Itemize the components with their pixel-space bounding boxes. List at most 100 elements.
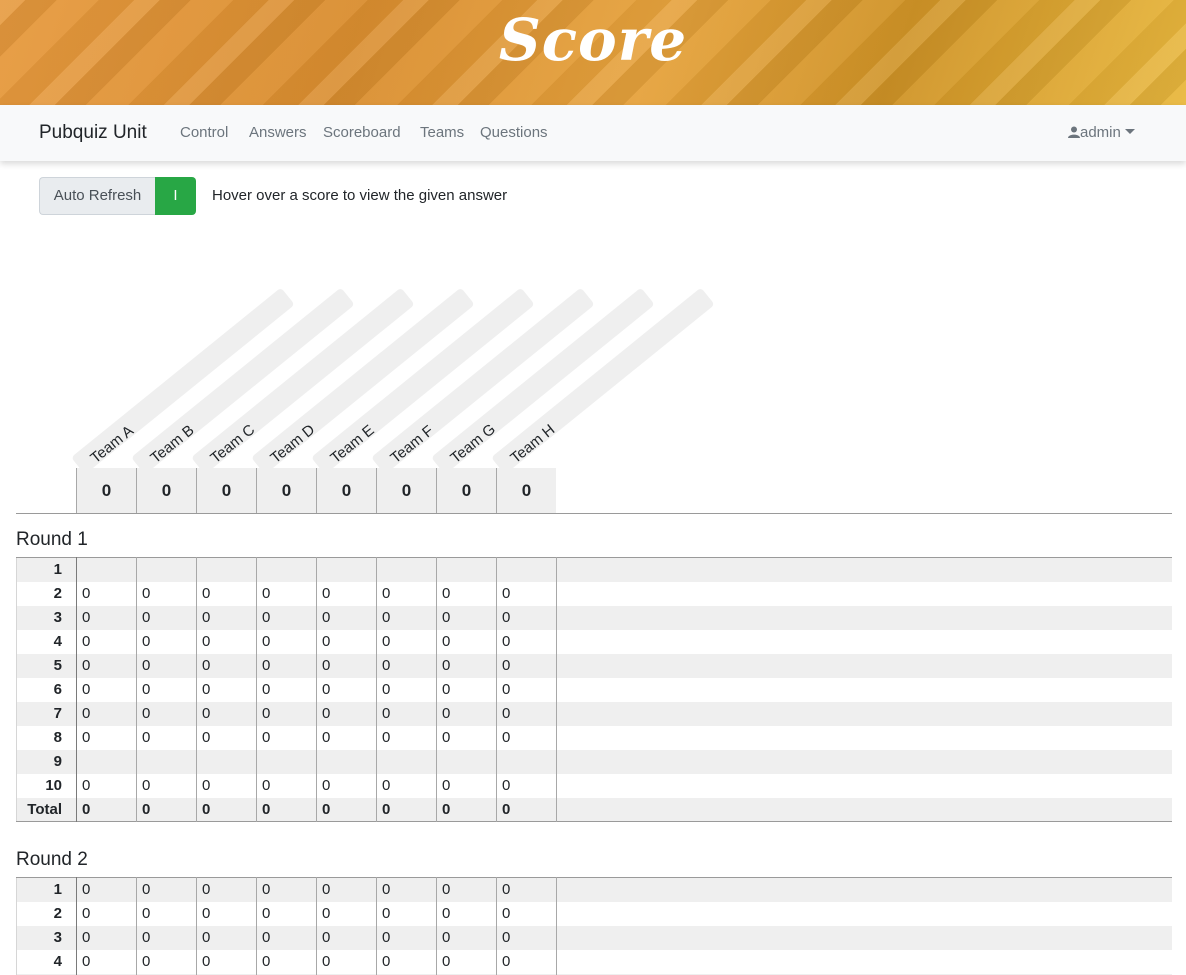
score-cell[interactable]: 0 bbox=[436, 653, 497, 678]
score-cell[interactable]: 0 bbox=[76, 581, 137, 606]
score-cell[interactable]: 0 bbox=[376, 605, 437, 630]
score-cell[interactable] bbox=[316, 557, 377, 582]
score-cell[interactable]: 0 bbox=[376, 877, 437, 902]
score-cell[interactable]: 0 bbox=[136, 877, 197, 902]
score-cell[interactable] bbox=[496, 749, 557, 774]
score-cell[interactable] bbox=[376, 749, 437, 774]
score-cell[interactable]: 0 bbox=[496, 877, 557, 902]
score-cell[interactable]: 0 bbox=[136, 605, 197, 630]
score-cell[interactable] bbox=[196, 749, 257, 774]
score-cell[interactable]: 0 bbox=[136, 725, 197, 750]
score-cell[interactable]: 0 bbox=[76, 773, 137, 798]
score-cell[interactable]: 0 bbox=[76, 949, 137, 974]
score-cell[interactable]: 0 bbox=[256, 877, 317, 902]
score-cell[interactable]: 0 bbox=[496, 677, 557, 702]
score-cell[interactable]: 0 bbox=[196, 949, 257, 974]
score-cell[interactable]: 0 bbox=[196, 701, 257, 726]
score-cell[interactable]: 0 bbox=[136, 677, 197, 702]
score-cell[interactable]: 0 bbox=[316, 949, 377, 974]
score-cell[interactable]: 0 bbox=[316, 629, 377, 654]
score-cell[interactable]: 0 bbox=[496, 629, 557, 654]
score-cell[interactable]: 0 bbox=[436, 677, 497, 702]
score-cell[interactable] bbox=[436, 749, 497, 774]
score-cell[interactable]: 0 bbox=[196, 797, 257, 822]
score-cell[interactable]: 0 bbox=[76, 605, 137, 630]
score-cell[interactable]: 0 bbox=[496, 653, 557, 678]
score-cell[interactable]: 0 bbox=[376, 581, 437, 606]
score-cell[interactable]: 0 bbox=[316, 701, 377, 726]
score-cell[interactable]: 0 bbox=[136, 653, 197, 678]
user-menu[interactable]: admin bbox=[1068, 124, 1135, 141]
score-cell[interactable]: 0 bbox=[196, 677, 257, 702]
score-cell[interactable]: 0 bbox=[136, 901, 197, 926]
score-cell[interactable] bbox=[76, 749, 137, 774]
score-cell[interactable]: 0 bbox=[376, 797, 437, 822]
score-cell[interactable]: 0 bbox=[256, 797, 317, 822]
score-cell[interactable]: 0 bbox=[136, 925, 197, 950]
score-cell[interactable]: 0 bbox=[316, 725, 377, 750]
score-cell[interactable]: 0 bbox=[436, 725, 497, 750]
score-cell[interactable]: 0 bbox=[496, 725, 557, 750]
score-cell[interactable]: 0 bbox=[136, 629, 197, 654]
score-cell[interactable]: 0 bbox=[196, 901, 257, 926]
auto-refresh-label[interactable]: Auto Refresh bbox=[39, 177, 155, 215]
score-cell[interactable]: 0 bbox=[496, 797, 557, 822]
score-cell[interactable]: 0 bbox=[496, 925, 557, 950]
score-cell[interactable]: 0 bbox=[196, 925, 257, 950]
nav-link-answers[interactable]: Answers bbox=[249, 124, 307, 141]
score-cell[interactable]: 0 bbox=[196, 773, 257, 798]
score-cell[interactable]: 0 bbox=[376, 629, 437, 654]
score-cell[interactable]: 0 bbox=[316, 653, 377, 678]
score-cell[interactable]: 0 bbox=[256, 949, 317, 974]
score-cell[interactable]: 0 bbox=[76, 677, 137, 702]
score-cell[interactable] bbox=[496, 557, 557, 582]
score-cell[interactable]: 0 bbox=[316, 797, 377, 822]
score-cell[interactable]: 0 bbox=[136, 701, 197, 726]
score-cell[interactable]: 0 bbox=[436, 773, 497, 798]
score-cell[interactable]: 0 bbox=[496, 949, 557, 974]
score-cell[interactable] bbox=[196, 557, 257, 582]
score-cell[interactable]: 0 bbox=[496, 605, 557, 630]
score-cell[interactable]: 0 bbox=[76, 653, 137, 678]
score-cell[interactable]: 0 bbox=[316, 901, 377, 926]
score-cell[interactable]: 0 bbox=[76, 877, 137, 902]
score-cell[interactable]: 0 bbox=[196, 581, 257, 606]
score-cell[interactable]: 0 bbox=[376, 725, 437, 750]
score-cell[interactable]: 0 bbox=[76, 901, 137, 926]
score-cell[interactable]: 0 bbox=[196, 605, 257, 630]
score-cell[interactable]: 0 bbox=[496, 581, 557, 606]
score-cell[interactable]: 0 bbox=[256, 901, 317, 926]
score-cell[interactable] bbox=[436, 557, 497, 582]
score-cell[interactable]: 0 bbox=[256, 605, 317, 630]
score-cell[interactable]: 0 bbox=[76, 629, 137, 654]
score-cell[interactable]: 0 bbox=[256, 701, 317, 726]
score-cell[interactable] bbox=[76, 557, 137, 582]
score-cell[interactable] bbox=[316, 749, 377, 774]
score-cell[interactable]: 0 bbox=[256, 677, 317, 702]
score-cell[interactable]: 0 bbox=[136, 581, 197, 606]
score-cell[interactable]: 0 bbox=[196, 629, 257, 654]
score-cell[interactable]: 0 bbox=[376, 925, 437, 950]
score-cell[interactable] bbox=[256, 749, 317, 774]
score-cell[interactable]: 0 bbox=[256, 629, 317, 654]
score-cell[interactable]: 0 bbox=[76, 701, 137, 726]
score-cell[interactable]: 0 bbox=[436, 877, 497, 902]
score-cell[interactable]: 0 bbox=[316, 773, 377, 798]
score-cell[interactable]: 0 bbox=[376, 653, 437, 678]
score-cell[interactable]: 0 bbox=[256, 773, 317, 798]
score-cell[interactable] bbox=[256, 557, 317, 582]
score-cell[interactable] bbox=[376, 557, 437, 582]
score-cell[interactable]: 0 bbox=[196, 725, 257, 750]
score-cell[interactable]: 0 bbox=[436, 701, 497, 726]
score-cell[interactable]: 0 bbox=[436, 605, 497, 630]
score-cell[interactable]: 0 bbox=[316, 925, 377, 950]
score-cell[interactable]: 0 bbox=[136, 773, 197, 798]
navbar-brand[interactable]: Pubquiz Unit bbox=[39, 122, 147, 144]
score-cell[interactable]: 0 bbox=[436, 901, 497, 926]
score-cell[interactable] bbox=[136, 749, 197, 774]
score-cell[interactable]: 0 bbox=[196, 653, 257, 678]
score-cell[interactable]: 0 bbox=[436, 629, 497, 654]
score-cell[interactable]: 0 bbox=[196, 877, 257, 902]
score-cell[interactable]: 0 bbox=[376, 949, 437, 974]
score-cell[interactable]: 0 bbox=[256, 581, 317, 606]
